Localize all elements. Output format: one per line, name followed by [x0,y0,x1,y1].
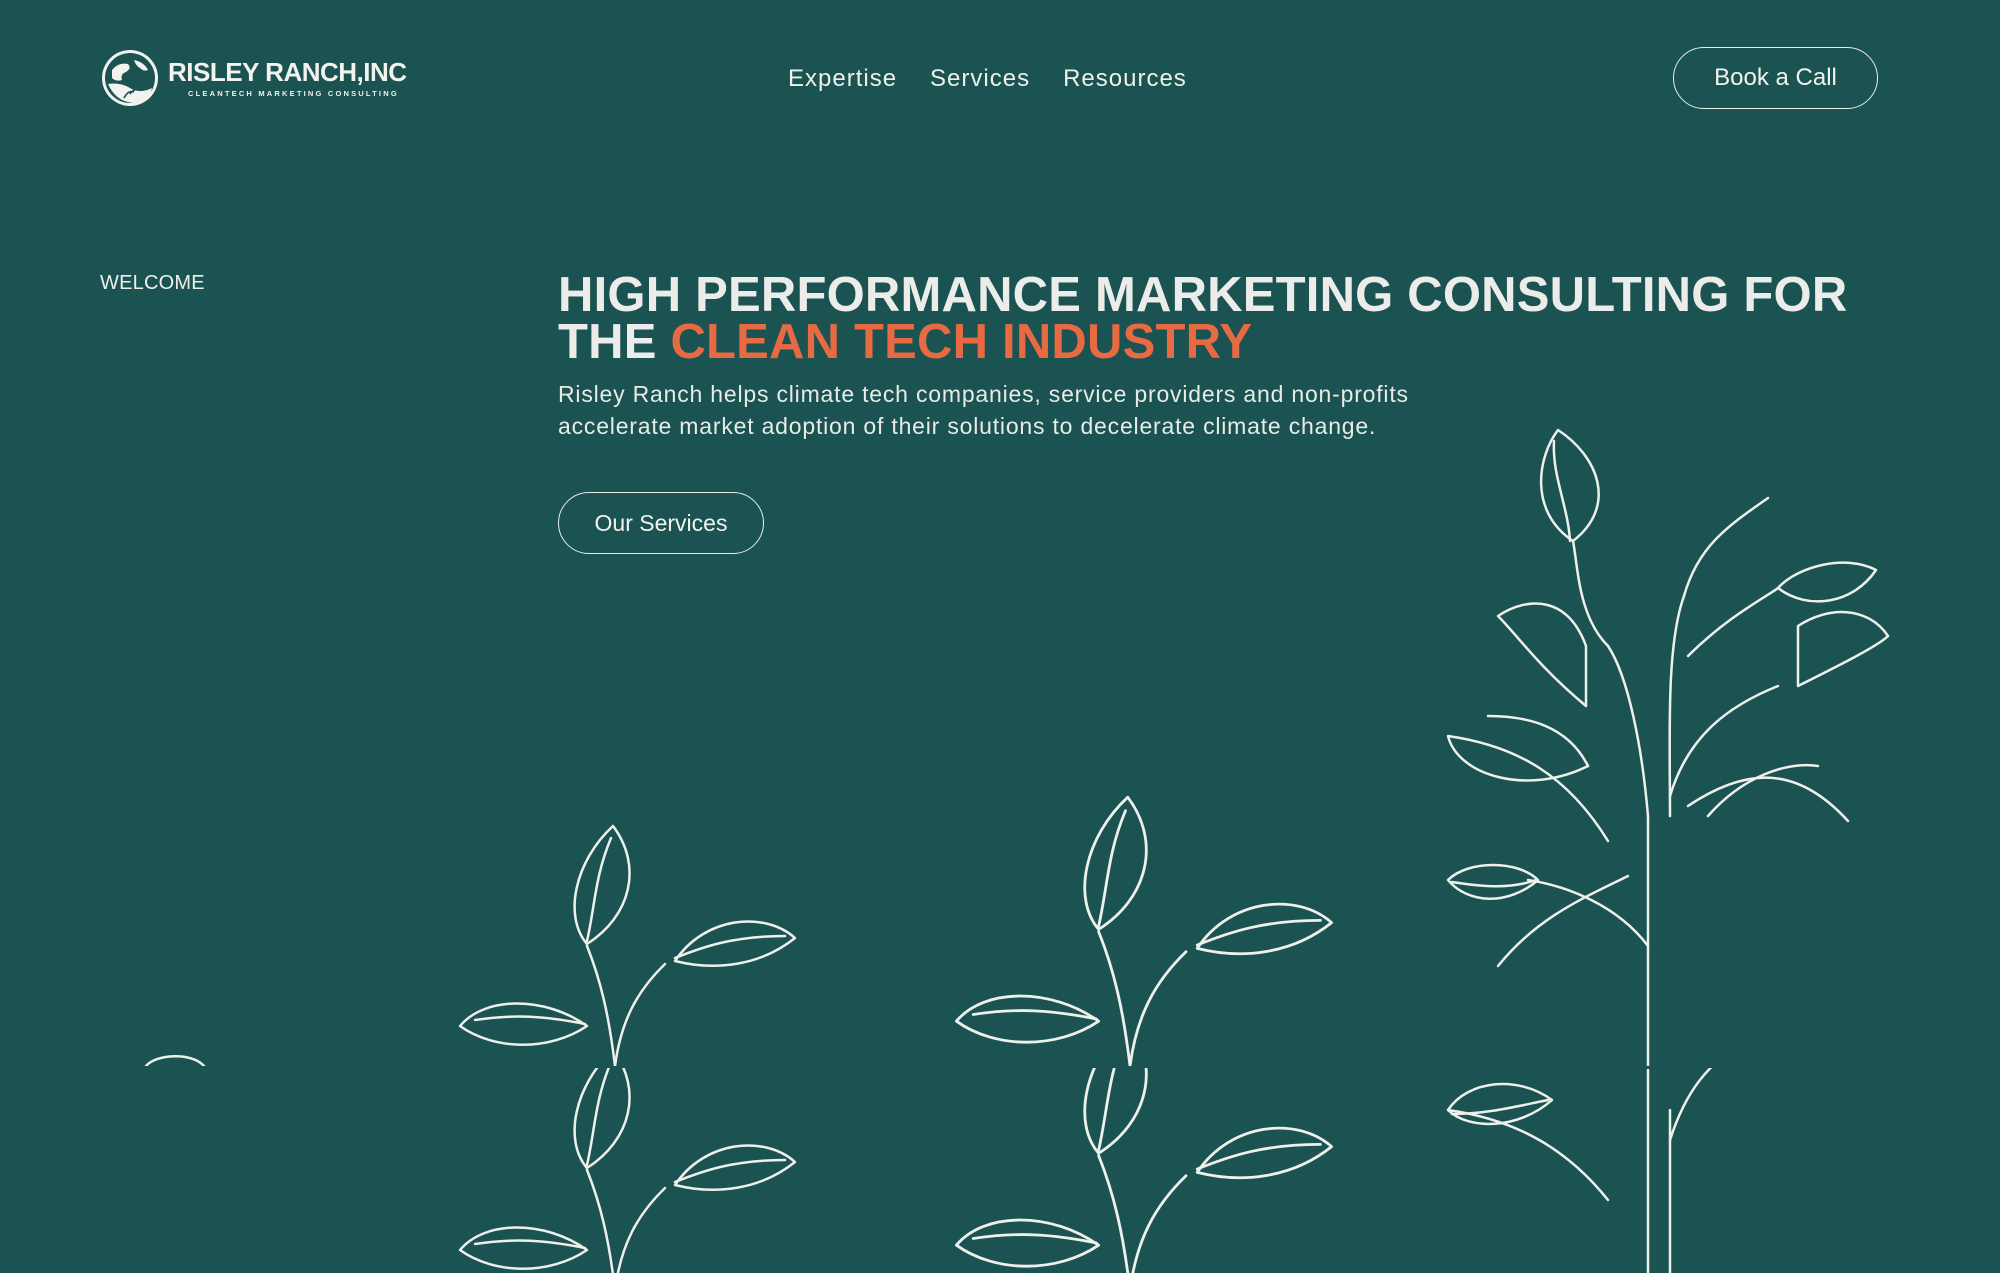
lead-line-2: accelerate market adoption of their solu… [558,413,1377,439]
book-a-call-button[interactable]: Book a Call [1673,47,1878,109]
sprout-illustration [144,428,1890,1273]
headline-line-1: HIGH PERFORMANCE MARKETING CONSULTING FO… [558,268,1848,322]
main-nav: Expertise Services Resources [788,62,1220,96]
hero-headline: HIGH PERFORMANCE MARKETING CONSULTING FO… [558,271,1847,369]
brand-tagline: CLEANTECH MARKETING CONSULTING [188,88,399,98]
globe-logo-icon [102,50,158,106]
left-mound-icon [144,1055,206,1066]
hero-lead: Risley Ranch helps climate tech companie… [558,378,1558,442]
brand-logo[interactable]: RISLEY RANCH,INC CLEANTECH MARKETING CON… [100,48,407,108]
nav-item-expertise[interactable]: Expertise [788,62,897,96]
headline-line-2-prefix: THE [558,315,657,369]
our-services-button[interactable]: Our Services [558,492,764,554]
headline-accent: CLEAN TECH INDUSTRY [670,315,1253,369]
lead-line-1: Risley Ranch helps climate tech companie… [558,381,1409,407]
brand-name: RISLEY RANCH,INC [168,56,407,87]
nav-item-services[interactable]: Services [930,62,1030,96]
hero-eyebrow: WELCOME [100,272,205,294]
nav-item-resources[interactable]: Resources [1063,62,1187,96]
